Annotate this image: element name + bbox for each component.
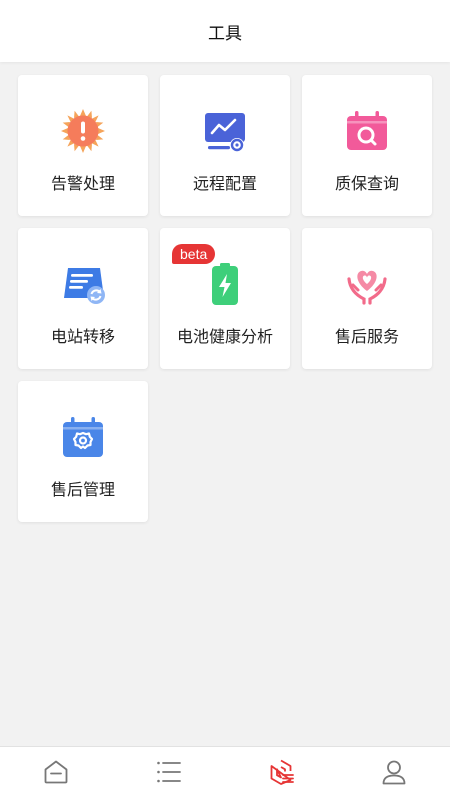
- tool-label: 电池健康分析: [176, 327, 273, 346]
- top-bar: 工具: [0, 0, 450, 62]
- tool-label: 售后服务: [334, 327, 399, 346]
- remote-config-icon: [202, 108, 248, 154]
- tool-label: 远程配置: [192, 174, 257, 193]
- tab-list[interactable]: [113, 747, 226, 800]
- tool-label: 电站转移: [50, 327, 115, 346]
- tool-station-transfer[interactable]: 电站转移: [18, 228, 148, 369]
- tools-grid: 告警处理 远程配置 质保查询 电站转移 beta 电池健康分析 售后服务 售后管…: [18, 75, 433, 522]
- tool-alarm-handling[interactable]: 告警处理: [18, 75, 148, 216]
- home-icon: [42, 758, 70, 790]
- page-title: 工具: [208, 23, 242, 44]
- tool-aftersales-service[interactable]: 售后服务: [302, 228, 432, 369]
- aftersales-management-icon: [60, 414, 106, 460]
- warranty-search-icon: [344, 108, 390, 154]
- tool-remote-config[interactable]: 远程配置: [160, 75, 290, 216]
- tab-home[interactable]: [0, 747, 113, 800]
- tool-label: 告警处理: [50, 174, 115, 193]
- alarm-icon: [60, 108, 106, 154]
- tool-label: 质保查询: [334, 174, 399, 193]
- user-icon: [380, 758, 408, 790]
- tool-battery-health[interactable]: beta 电池健康分析: [160, 228, 290, 369]
- beta-badge: beta: [172, 244, 216, 264]
- tab-tools[interactable]: [225, 747, 338, 800]
- list-icon: [155, 758, 183, 790]
- tab-profile[interactable]: [338, 747, 450, 800]
- battery-health-icon: [202, 261, 248, 307]
- tool-warranty-query[interactable]: 质保查询: [302, 75, 432, 216]
- station-transfer-icon: [60, 261, 106, 307]
- bottom-tab-bar: [0, 746, 450, 800]
- tool-label: 售后管理: [50, 480, 115, 499]
- tools-icon: [267, 758, 295, 790]
- tool-aftersales-management[interactable]: 售后管理: [18, 381, 148, 522]
- aftersales-service-icon: [344, 261, 390, 307]
